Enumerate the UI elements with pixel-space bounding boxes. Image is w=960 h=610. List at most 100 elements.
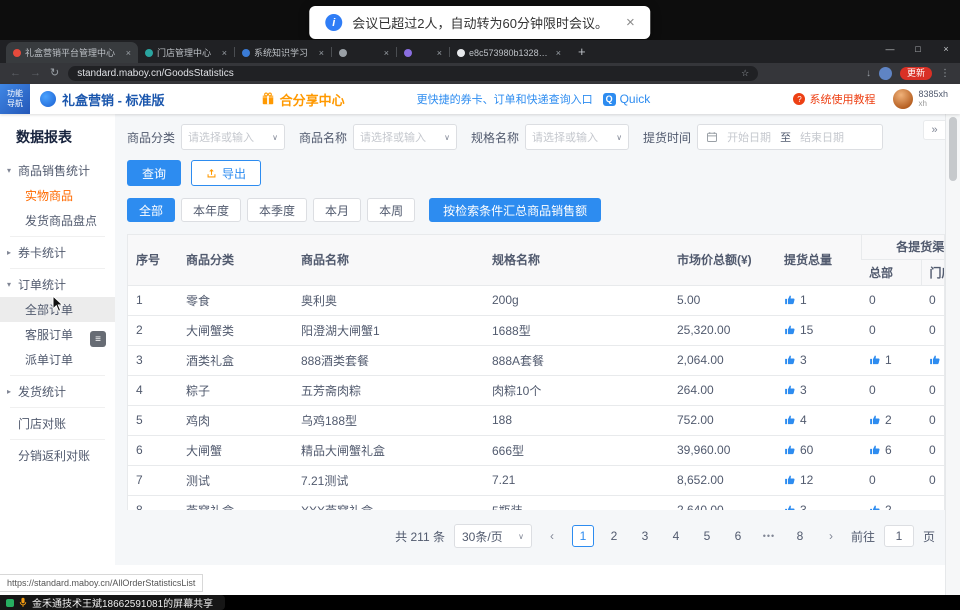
range-tab-week[interactable]: 本周 — [367, 198, 415, 222]
browser-tab[interactable]: e8c573980b1328a258fd2e6f × — [450, 42, 568, 63]
sidebar-item-shipment-inventory[interactable]: 发货商品盘点 — [0, 208, 115, 233]
search-button[interactable]: 查询 — [127, 160, 181, 186]
camera-indicator-icon — [6, 599, 14, 607]
name-select[interactable]: 请选择或输入 ∨ — [353, 124, 457, 150]
cell-spec: 肉粽10个 — [484, 375, 669, 405]
tab-close-icon[interactable]: × — [556, 48, 561, 58]
tab-close-icon[interactable]: × — [437, 48, 442, 58]
sidebar-item-label: 发货统计 — [18, 383, 66, 400]
page-button[interactable]: 2 — [603, 525, 625, 547]
col-header-category: 商品分类 — [178, 235, 293, 285]
browser-tab[interactable]: × — [397, 42, 449, 63]
scrollbar-thumb[interactable] — [949, 117, 957, 181]
username-sub: xh — [918, 99, 948, 108]
browser-tab[interactable]: 门店管理中心 × — [138, 42, 234, 63]
function-nav-button[interactable]: 功能 导航 — [0, 84, 30, 114]
cell-hq: 6 — [861, 435, 921, 465]
tab-close-icon[interactable]: × — [319, 48, 324, 58]
vertical-scrollbar[interactable] — [945, 114, 960, 595]
goto-page-input[interactable] — [884, 525, 914, 547]
page-button[interactable]: 4 — [665, 525, 687, 547]
forward-icon[interactable]: → — [30, 68, 41, 79]
window-close-button[interactable]: × — [932, 40, 960, 59]
range-tab-quarter[interactable]: 本季度 — [247, 198, 307, 222]
hamburger-icon: ≡ — [95, 334, 101, 345]
page-size-value: 30条/页 — [462, 528, 503, 545]
browser-tab-active[interactable]: 礼盒营销平台管理中心 × — [6, 42, 138, 63]
reload-icon[interactable]: ↻ — [50, 68, 59, 79]
sidebar-item-store-reconciliation[interactable]: 门店对账 — [0, 411, 115, 436]
tab-close-icon[interactable]: × — [222, 48, 227, 58]
date-range-input[interactable]: 开始日期 至 结束日期 — [697, 124, 883, 150]
sidebar-item-label: 实物商品 — [25, 187, 73, 204]
thumb-up-icon — [869, 444, 881, 456]
tab-title: 门店管理中心 — [157, 46, 218, 59]
page-button[interactable]: 3 — [634, 525, 656, 547]
page-button-last[interactable]: 8 — [789, 525, 811, 547]
sidebar-item-coupon-card-stats[interactable]: ▸ 券卡统计 — [0, 240, 115, 265]
download-icon[interactable]: ↓ — [866, 69, 871, 79]
category-select[interactable]: 请选择或输入 ∨ — [181, 124, 285, 150]
col-header-no: 序号 — [128, 235, 178, 285]
sidebar-item-shipping-stats[interactable]: ▸ 发货统计 — [0, 379, 115, 404]
url-input[interactable]: standard.maboy.cn/GoodsStatistics ☆ — [68, 66, 758, 81]
sidebar-item-physical-goods[interactable]: 实物商品 — [0, 183, 115, 208]
browser-tab[interactable]: × — [332, 42, 396, 63]
tab-close-icon[interactable]: × — [126, 48, 131, 58]
tab-title: 礼盒营销平台管理中心 — [25, 46, 122, 59]
browser-profile-avatar[interactable] — [879, 67, 892, 80]
cell-category: 测试 — [178, 465, 293, 495]
cell-spec: 7.21 — [484, 465, 669, 495]
user-menu[interactable]: 8385xh xh — [893, 89, 948, 109]
banner-close-icon[interactable]: × — [626, 14, 635, 31]
cell-category: 零食 — [178, 285, 293, 315]
quick-link[interactable]: Q Quick — [603, 92, 651, 106]
cell-name: 7.21测试 — [293, 465, 484, 495]
tab-close-icon[interactable]: × — [384, 48, 389, 58]
range-tab-year[interactable]: 本年度 — [181, 198, 241, 222]
thumb-up-icon — [869, 354, 881, 366]
bookmark-star-icon[interactable]: ☆ — [741, 68, 749, 79]
sidebar-item-distribution-rebate[interactable]: 分销返利对账 — [0, 443, 115, 468]
page-button[interactable]: 5 — [696, 525, 718, 547]
new-tab-button[interactable]: + — [568, 44, 596, 59]
cell-name: 精品大闸蟹礼盒 — [293, 435, 484, 465]
range-tab-month[interactable]: 本月 — [313, 198, 361, 222]
range-tab-all[interactable]: 全部 — [127, 198, 175, 222]
sidebar-item-order-stats[interactable]: ▾ 订单统计 — [0, 272, 115, 297]
summary-button[interactable]: 按检索条件汇总商品销售额 — [429, 198, 601, 222]
double-chevron-right-icon: » — [931, 124, 937, 136]
pagination-ellipsis-icon[interactable]: ••• — [758, 525, 780, 547]
page-size-select[interactable]: 30条/页 ∨ — [454, 524, 532, 548]
sidebar-item-dispatch-orders[interactable]: 派单订单 — [0, 347, 115, 372]
cell-store: 0 — [921, 405, 945, 435]
start-date-placeholder: 开始日期 — [727, 129, 771, 145]
sidebar-drawer-handle[interactable]: ≡ — [90, 331, 106, 347]
user-avatar — [893, 89, 913, 109]
tutorial-link[interactable]: ? 系统使用教程 — [793, 91, 875, 107]
next-page-button[interactable]: › — [820, 525, 842, 547]
page-button-current[interactable]: 1 — [572, 525, 594, 547]
prev-page-button[interactable]: ‹ — [541, 525, 563, 547]
collapse-panel-button[interactable]: » — [923, 120, 945, 140]
range-tab-label: 全部 — [139, 202, 163, 219]
window-minimize-button[interactable]: — — [876, 40, 904, 59]
spec-select[interactable]: 请选择或输入 ∨ — [525, 124, 629, 150]
site-favicon — [13, 49, 21, 57]
site-favicon — [145, 49, 153, 57]
screen-share-bar: 金禾通技术王斌18662591081的屏幕共享 — [0, 595, 960, 610]
quick-entry-promo-text: 更快捷的券卡、订单和快递查询入口 — [417, 91, 593, 107]
browser-tab[interactable]: 系统知识学习 × — [235, 42, 331, 63]
back-icon[interactable]: ← — [10, 68, 21, 79]
sidebar-item-label: 分销返利对账 — [18, 447, 90, 464]
menu-dots-icon[interactable]: ⋮ — [940, 69, 950, 79]
share-center-link[interactable]: 合分享中心 — [261, 90, 345, 109]
sidebar-item-goods-sales-stats[interactable]: ▾ 商品销售统计 — [0, 158, 115, 183]
export-button[interactable]: 导出 — [191, 160, 261, 186]
select-placeholder: 请选择或输入 — [532, 129, 612, 145]
quick-label: Quick — [620, 92, 651, 106]
page-button[interactable]: 6 — [727, 525, 749, 547]
table-body: 1 零食 奥利奥 200g 5.00 1 0 0 2 大闸蟹类 阳澄 — [128, 285, 945, 510]
update-button[interactable]: 更新 — [900, 67, 932, 80]
window-maximize-button[interactable]: □ — [904, 40, 932, 59]
